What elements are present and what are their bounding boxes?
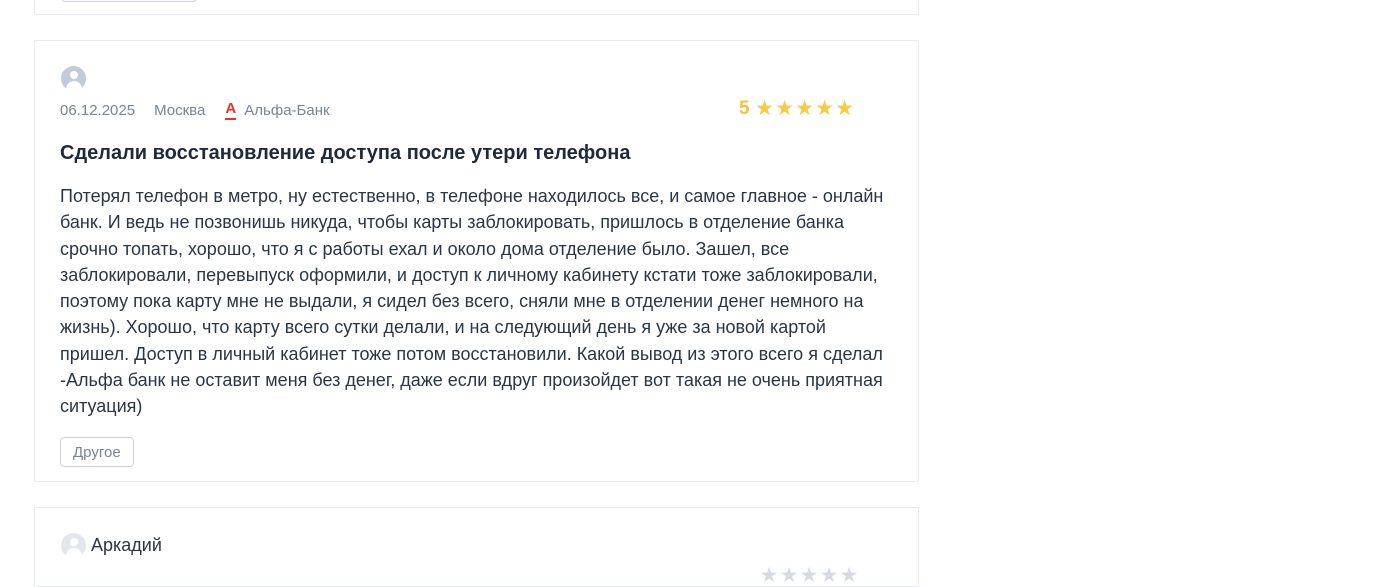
review-city: Москва [154,101,206,119]
star-icon: ★ [795,97,814,120]
review-title[interactable]: Сделали восстановление доступа после уте… [60,142,900,165]
rating-value: 5 [739,98,750,119]
alfa-bank-logo-icon: А [225,99,237,120]
review-rating: 5 ★ ★ ★ ★ ★ [739,98,855,120]
review-card: 06.12.2025 Москва А Альфа-Банк 5 ★ ★ ★ ★… [34,40,919,482]
review-date: 06.12.2025 [60,101,136,119]
review-meta: 06.12.2025 Москва А Альфа-Банк [60,100,330,120]
star-icon: ★ [839,564,859,587]
user-avatar-icon [61,66,86,91]
review-tag-button[interactable]: Другое [60,437,134,467]
star-icon: ★ [755,97,774,120]
user-avatar-icon [61,533,86,558]
star-icon: ★ [775,97,794,120]
review-author: Аркадий [91,535,162,555]
bank-name[interactable]: Альфа-Банк [244,102,329,119]
review-text: Потерял телефон в метро, ну естественно,… [60,186,884,417]
star-icon: ★ [759,564,779,587]
star-icon: ★ [779,564,799,587]
star-icon: ★ [815,97,834,120]
star-icon: ★ [799,564,819,587]
star-icon: ★ [819,564,839,587]
previous-review-card [34,0,919,15]
next-review-card: Аркадий ★ ★ ★ ★ ★ [34,507,919,587]
review-rating: ★ ★ ★ ★ ★ [759,564,859,587]
star-icon: ★ [835,97,854,120]
previous-review-tag[interactable] [61,0,197,2]
